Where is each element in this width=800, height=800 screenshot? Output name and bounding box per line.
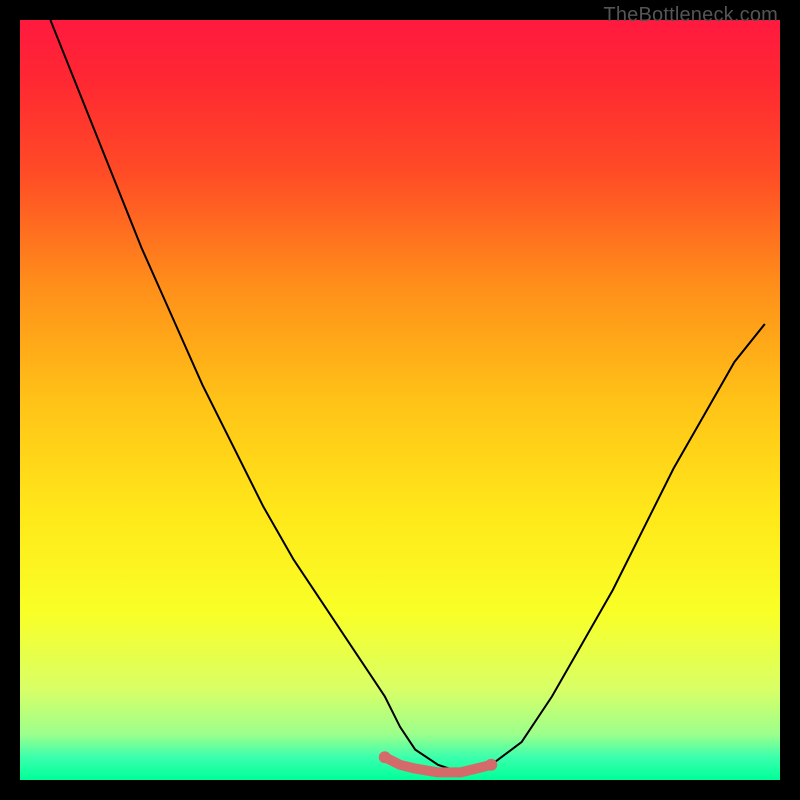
chart-container: TheBottleneck.com bbox=[0, 0, 800, 800]
highlight-dot bbox=[379, 751, 391, 763]
highlight-dot bbox=[485, 759, 497, 771]
watermark-text: TheBottleneck.com bbox=[603, 4, 778, 27]
chart-svg bbox=[20, 20, 780, 780]
bottom-highlight bbox=[379, 751, 497, 772]
main-curve bbox=[50, 20, 764, 772]
plot-area bbox=[20, 20, 780, 780]
